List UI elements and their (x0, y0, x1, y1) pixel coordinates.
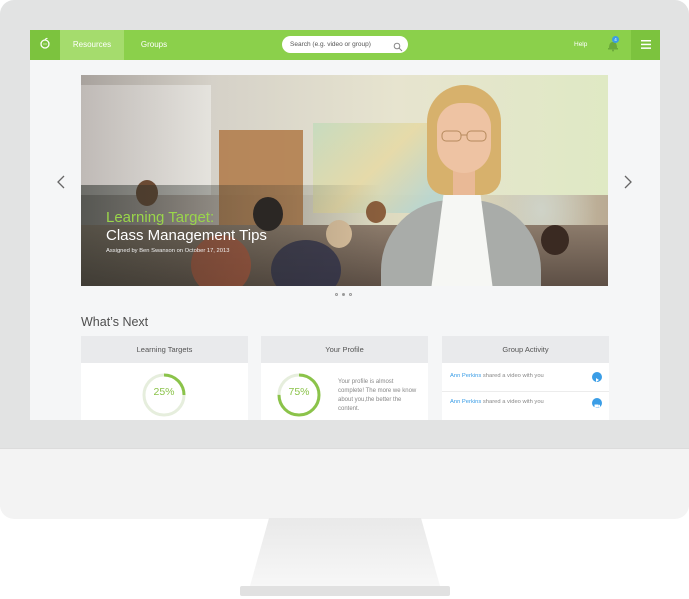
activity-user-link[interactable]: Ann Perkins (450, 399, 481, 405)
card-title: Learning Targets (81, 336, 248, 363)
tab-resources[interactable]: Resources (60, 30, 124, 60)
activity-item[interactable]: Ann Perkins shared a video with you (450, 373, 544, 379)
monitor-stand (250, 518, 440, 586)
video-icon[interactable] (592, 398, 602, 408)
hero-subtitle: Assigned by Ben Swanson on October 17, 2… (106, 248, 230, 254)
hamburger-menu-button[interactable] (631, 30, 660, 60)
carousel-dot-active[interactable] (342, 293, 345, 296)
logo[interactable] (30, 30, 60, 60)
top-navigation-bar: Resources Groups Help 4 (30, 30, 660, 60)
carousel-next-button[interactable] (623, 174, 633, 190)
hamburger-icon (640, 36, 651, 54)
progress-percent: 25% (153, 386, 175, 398)
notification-badge: 4 (612, 36, 619, 43)
hero-title-line2[interactable]: Class Management Tips (106, 227, 267, 245)
learning-targets-card[interactable]: Learning Targets 25% (81, 336, 248, 420)
progress-percent: 75% (288, 386, 310, 398)
search-input[interactable] (290, 38, 388, 51)
carousel-indicators (335, 293, 352, 296)
hero-title-line1: Learning Target: (106, 209, 215, 226)
activity-text: shared a video with you (481, 373, 544, 379)
activity-user-link[interactable]: Ann Perkins (450, 373, 481, 379)
apple-logo-icon (39, 36, 51, 54)
monitor-stand-base (240, 586, 450, 596)
play-icon[interactable] (592, 372, 602, 382)
search-box (282, 36, 408, 53)
card-title: Your Profile (261, 336, 428, 363)
hero-carousel-slide[interactable]: Learning Target: Class Management Tips A… (81, 75, 608, 286)
divider (442, 391, 609, 392)
group-activity-card[interactable]: Group Activity Ann Perkins shared a vide… (442, 336, 609, 420)
monitor-chin (0, 448, 689, 519)
section-title: What’s Next (81, 315, 149, 329)
profile-description: Your profile is almost complete! The mor… (338, 379, 417, 412)
help-link[interactable]: Help (574, 30, 587, 60)
carousel-dot[interactable] (349, 293, 352, 296)
card-title: Group Activity (442, 336, 609, 363)
activity-item[interactable]: Ann Perkins shared a video with you (450, 399, 544, 405)
search-icon[interactable] (393, 39, 403, 57)
hero-caption: Learning Target: Class Management Tips A… (106, 209, 267, 254)
carousel-dot[interactable] (335, 293, 338, 296)
app-screen: Resources Groups Help 4 (30, 30, 660, 420)
carousel-prev-button[interactable] (56, 174, 66, 190)
activity-text: shared a video with you (481, 399, 544, 405)
tab-groups[interactable]: Groups (126, 30, 182, 60)
your-profile-card[interactable]: Your Profile 75% Your profile is almost … (261, 336, 428, 420)
